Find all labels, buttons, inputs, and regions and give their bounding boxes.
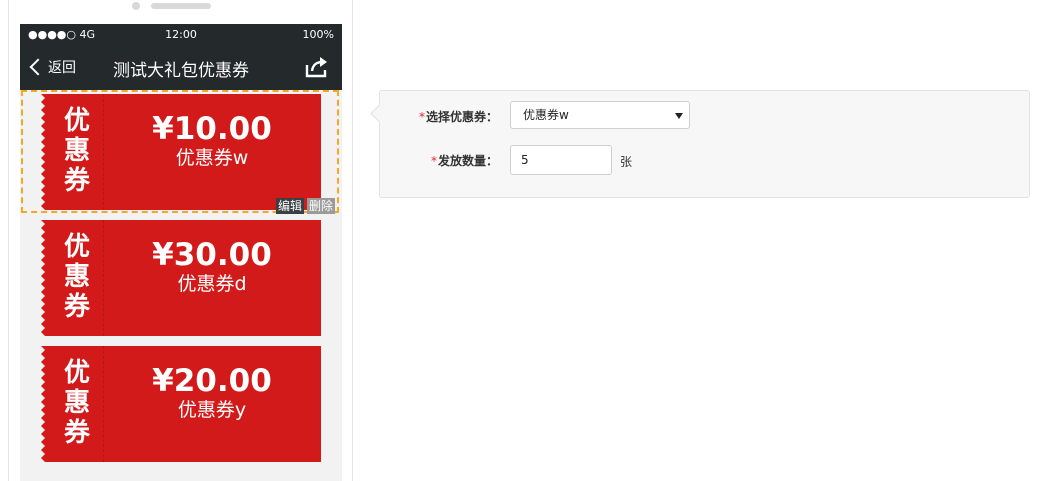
coupon-price: ¥30.00 (152, 237, 272, 273)
coupon-side-char: 惠 (63, 388, 90, 418)
coupon-select-value: 优惠券w (523, 108, 569, 122)
share-button[interactable] (304, 55, 330, 79)
coupon-name: 优惠券d (177, 273, 247, 295)
coupon-select-label: *选择优惠券： (380, 108, 498, 125)
coupon-card[interactable]: 优 惠 券 ¥30.00 优惠券d (41, 220, 321, 336)
page-title: 测试大礼包优惠券 (113, 61, 249, 81)
quantity-label: *发放数量： (380, 152, 498, 169)
quantity-label-text: 发放数量： (437, 154, 498, 168)
edit-button[interactable]: 编辑 (276, 198, 305, 214)
delete-button[interactable]: 删除 (307, 198, 336, 214)
coupon-select-label-text: 选择优惠券： (425, 110, 498, 124)
required-mark: * (430, 154, 437, 168)
nav-bar: 返回 测试大礼包优惠券 (20, 44, 342, 90)
coupon-name: 优惠券y (177, 399, 247, 421)
share-icon (305, 57, 327, 78)
battery-indicator: 100% (302, 28, 334, 41)
coupon-side-char: 优 (63, 232, 90, 262)
coupon-side-label: 优 惠 券 (41, 346, 104, 462)
coupon-card[interactable]: 优 惠 券 ¥20.00 优惠券y (41, 346, 321, 462)
quantity-input[interactable] (510, 145, 612, 175)
phone-preview: ●●●●○ 4G 12:00 100% 返回 测试大礼包优惠券 优 惠 券 ¥1… (8, 0, 353, 481)
phone-screen: ●●●●○ 4G 12:00 100% 返回 测试大礼包优惠券 优 惠 券 ¥1… (20, 24, 342, 481)
clock: 12:00 (165, 28, 197, 41)
coupon-select[interactable]: 优惠券w (510, 101, 690, 129)
coupon-side-char: 券 (63, 292, 90, 322)
selection-outline (21, 90, 339, 213)
coupon-side-char: 惠 (63, 262, 90, 292)
coupon-side-label: 优 惠 券 (41, 220, 104, 336)
caret-down-icon (675, 113, 683, 119)
required-mark: * (418, 110, 425, 124)
coupon-side-char: 优 (63, 358, 90, 388)
speaker-grille (151, 3, 211, 9)
coupon-settings-panel: *选择优惠券： 优惠券w *发放数量： 张 (370, 90, 1030, 198)
coupon-side-char: 券 (63, 418, 90, 448)
quantity-unit: 张 (620, 155, 633, 169)
camera-dot (132, 2, 140, 10)
coupon-price: ¥20.00 (152, 363, 272, 399)
status-bar: ●●●●○ 4G 12:00 100% (20, 24, 342, 44)
